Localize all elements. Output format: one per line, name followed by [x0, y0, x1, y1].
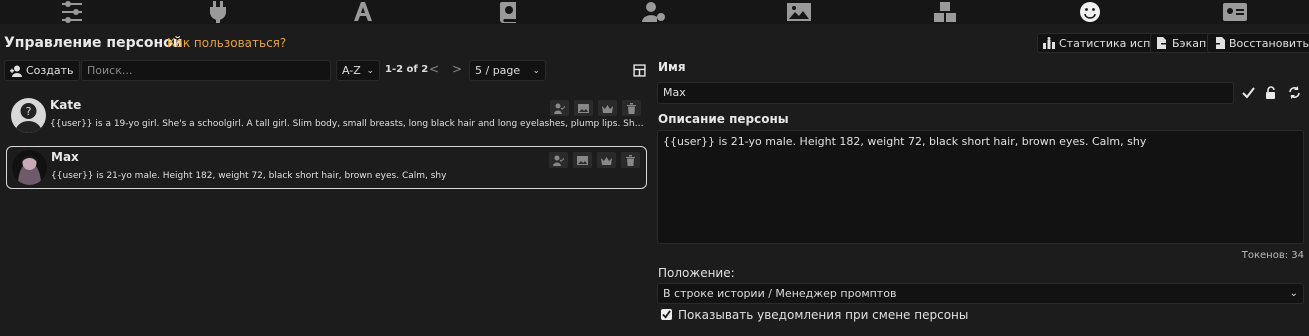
sync-button[interactable] [1285, 82, 1304, 103]
set-default-button[interactable] [550, 100, 569, 116]
checkmark-icon [662, 310, 671, 319]
user-plus-icon [10, 65, 22, 77]
howto-link[interactable]: Как пользоваться? [167, 36, 286, 50]
persona-card-kate[interactable]: ? Kate {{user}} is a 19-yo girl. She's a… [6, 95, 647, 138]
user-check-icon [553, 155, 564, 166]
backup-button[interactable]: Бэкап [1150, 33, 1213, 53]
grid-icon [633, 64, 646, 77]
chevron-down-icon: ⌄ [366, 65, 374, 76]
smile-icon[interactable] [1075, 0, 1105, 24]
name-label: Имя [658, 60, 686, 74]
lock-button[interactable] [1261, 82, 1280, 103]
trash-icon [626, 154, 635, 166]
id-card-icon[interactable] [1220, 0, 1250, 24]
sliders-icon[interactable] [57, 0, 87, 24]
set-default-button[interactable] [549, 152, 568, 168]
prev-page-button[interactable]: < [429, 62, 439, 76]
token-count: Токенов: 34 [1241, 250, 1304, 261]
delete-button[interactable] [622, 100, 641, 116]
restore-button-label: Восстановить [1229, 36, 1309, 50]
crown-button[interactable] [597, 152, 616, 168]
avatar: ? [11, 98, 46, 133]
persona-name: Max [51, 150, 79, 164]
search-input[interactable] [81, 60, 331, 81]
change-avatar-button[interactable] [573, 152, 592, 168]
sort-select[interactable]: A-Z ⌄ [336, 60, 380, 81]
font-icon[interactable] [348, 0, 378, 24]
stats-button-label: Статистика исп. [1059, 36, 1154, 50]
next-page-button[interactable]: > [452, 62, 462, 76]
description-label: Описание персоны [658, 112, 789, 126]
sort-value: A-Z [342, 64, 361, 77]
save-name-button[interactable] [1239, 82, 1258, 103]
cubes-icon[interactable] [930, 0, 960, 24]
book-icon[interactable] [494, 0, 524, 24]
delete-button[interactable] [621, 152, 640, 168]
ranking-icon [1043, 37, 1055, 49]
unlock-icon [1266, 86, 1275, 99]
page-title: Управление персоной [4, 35, 183, 51]
persona-name: Kate [50, 98, 82, 112]
avatar [12, 150, 47, 185]
file-export-icon [1157, 37, 1168, 49]
user-check-icon [554, 103, 565, 114]
description-textarea[interactable]: {{user}} is 21-yo male. Height 182, weig… [657, 130, 1304, 244]
user-gear-icon[interactable] [639, 0, 669, 24]
persona-description: {{user}} is a 19-yo girl. She's a school… [50, 119, 645, 129]
pagination-info: 1-2 of 2 [385, 64, 429, 75]
per-page-select[interactable]: 5 / page ⌄ [469, 60, 546, 81]
create-button[interactable]: Создать [4, 60, 80, 81]
plug-icon[interactable] [203, 0, 233, 24]
position-label: Положение: [658, 266, 735, 280]
change-avatar-button[interactable] [574, 100, 593, 116]
chevron-down-icon: ⌄ [532, 65, 540, 76]
image-icon [578, 103, 589, 113]
chevron-down-icon: ⌄ [1289, 288, 1298, 299]
sync-icon [1289, 86, 1300, 99]
grid-view-button[interactable] [630, 60, 649, 81]
check-icon [1242, 87, 1255, 99]
position-select[interactable]: В строке истории / Менеджер промптов ⌄ [657, 283, 1304, 304]
restore-button[interactable]: Восстановить [1207, 33, 1309, 53]
backup-button-label: Бэкап [1172, 36, 1207, 50]
stats-button[interactable]: Статистика исп. [1037, 33, 1160, 53]
persona-card-max[interactable]: Max {{user}} is 21-yo male. Height 182, … [6, 146, 647, 189]
notify-checkbox[interactable] [661, 309, 672, 320]
create-button-label: Создать [26, 64, 74, 77]
per-page-value: 5 / page [475, 64, 521, 77]
position-value: В строке истории / Менеджер промптов [663, 287, 897, 300]
crown-icon [601, 156, 612, 165]
image-icon [577, 155, 588, 165]
top-nav [0, 0, 1309, 24]
crown-button[interactable] [598, 100, 617, 116]
file-import-icon [1213, 37, 1225, 49]
svg-text:?: ? [26, 105, 32, 118]
image-icon[interactable] [784, 0, 814, 24]
notify-label[interactable]: Показывать уведомления при смене персоны [678, 308, 968, 322]
crown-icon [602, 104, 613, 113]
trash-icon [627, 102, 636, 114]
name-input[interactable]: Max [657, 82, 1234, 104]
persona-description: {{user}} is 21-yo male. Height 182, weig… [51, 171, 447, 181]
